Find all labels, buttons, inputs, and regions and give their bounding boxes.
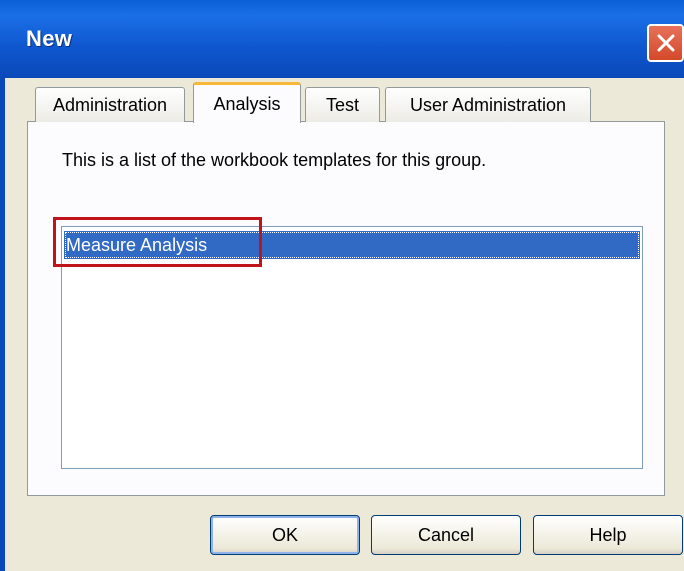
tab-administration[interactable]: Administration (35, 87, 185, 122)
tab-user-administration[interactable]: User Administration (385, 87, 591, 122)
list-item[interactable]: Measure Analysis (64, 231, 640, 259)
tab-analysis[interactable]: Analysis (193, 82, 301, 123)
tab-test[interactable]: Test (305, 87, 380, 122)
close-icon (657, 34, 675, 52)
tab-label: Administration (52, 94, 168, 115)
panel-description: This is a list of the workbook templates… (62, 150, 487, 170)
title-bar[interactable]: New (0, 0, 684, 78)
help-button[interactable]: Help (533, 515, 683, 555)
dialog-title: New (26, 26, 73, 51)
tab-label: User Administration (409, 94, 567, 115)
tab-label: Test (325, 94, 359, 115)
cancel-button-label: Cancel (417, 524, 475, 545)
ok-button[interactable]: OK (210, 515, 360, 555)
window-frame (0, 78, 5, 571)
close-button[interactable] (647, 24, 684, 62)
cancel-button[interactable]: Cancel (371, 515, 521, 555)
new-dialog: New Administration Analysis Test User Ad… (0, 0, 684, 571)
ok-button-label: OK (271, 524, 298, 545)
tab-label: Analysis (213, 93, 281, 114)
help-button-label: Help (589, 524, 627, 545)
template-list[interactable]: Measure Analysis (61, 226, 643, 469)
